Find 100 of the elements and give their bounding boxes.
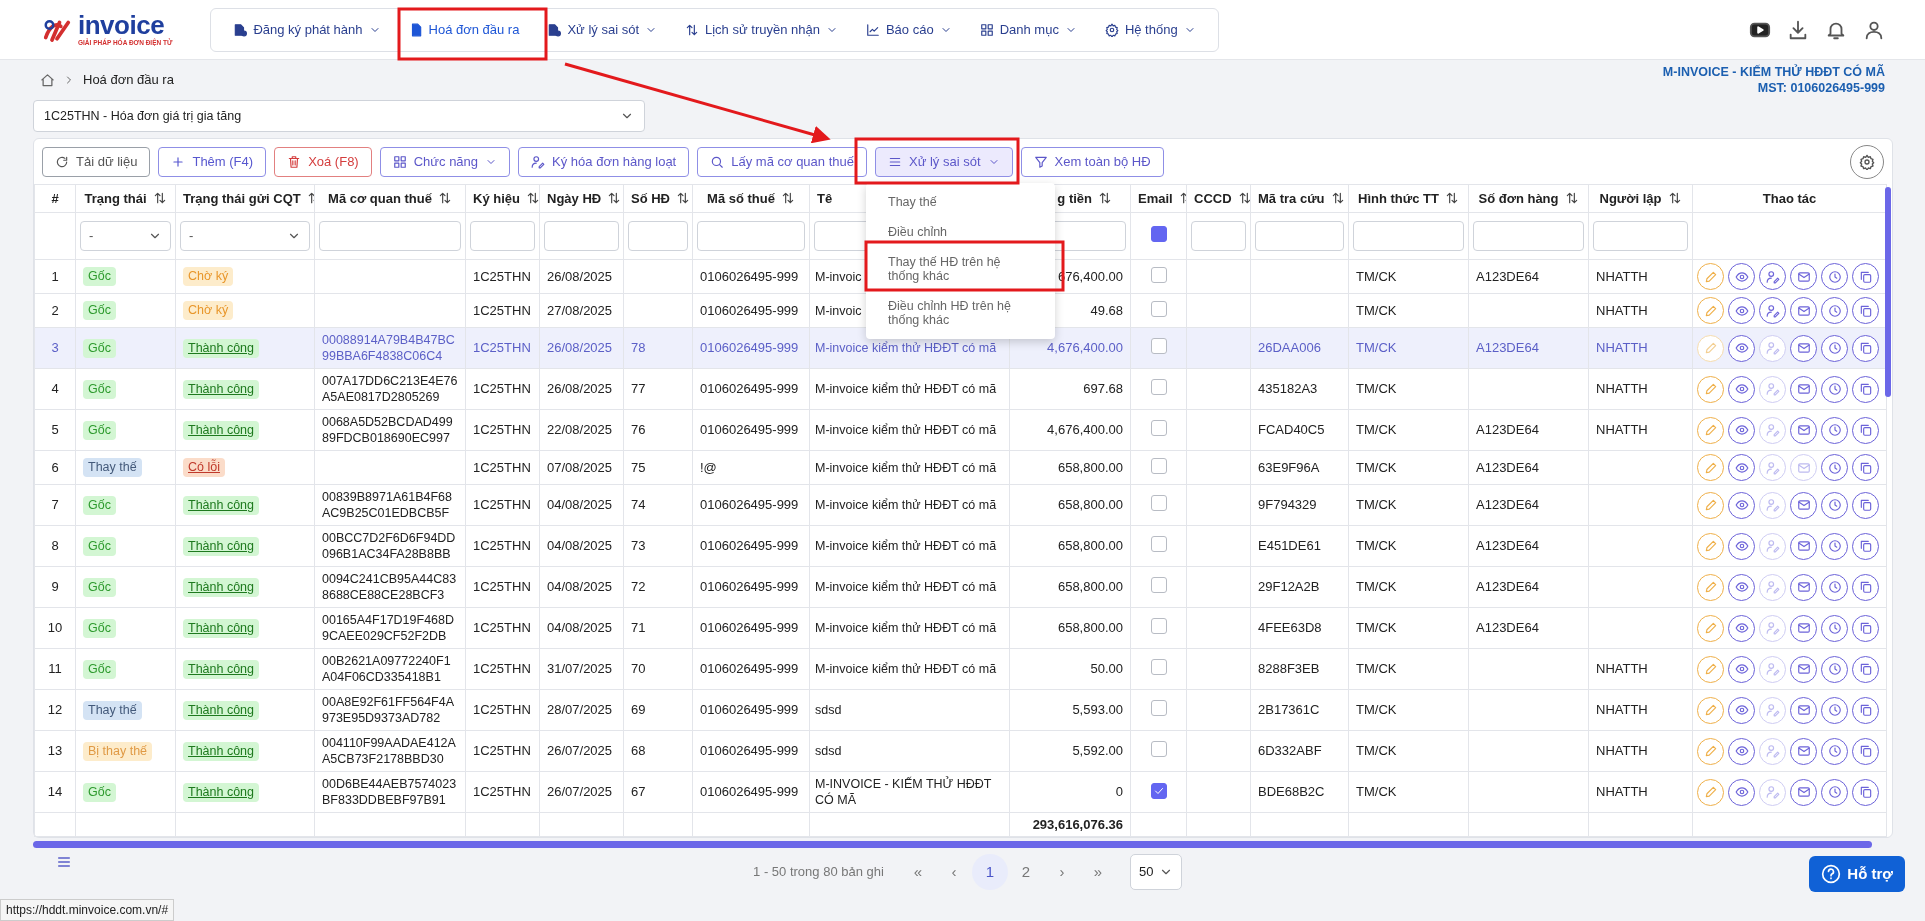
table-row[interactable]: 9 Gốc Thành công 0094C241CB95A44C838688CE88CE28BCF3 1C25THN 04/08/2025 72 0106026495-999 M-invoice kiểm thử HĐĐT có mã 658,800.00 29F12A2B TM/CK A123DE64 bbox=[34, 566, 1887, 608]
history-button[interactable] bbox=[1821, 416, 1848, 444]
view-button[interactable] bbox=[1728, 737, 1755, 765]
view-button[interactable] bbox=[1728, 614, 1755, 642]
sort-icon[interactable] bbox=[1098, 190, 1112, 205]
sort-icon[interactable] bbox=[152, 190, 167, 205]
email-button[interactable] bbox=[1790, 491, 1817, 519]
list-icon[interactable] bbox=[56, 854, 72, 870]
checkbox[interactable] bbox=[1150, 420, 1167, 436]
filter-field[interactable] bbox=[470, 221, 535, 251]
nav-item[interactable]: Hoá đơn đầu ra bbox=[394, 8, 534, 51]
copy-button[interactable] bbox=[1852, 297, 1879, 324]
view-button[interactable] bbox=[1728, 416, 1755, 444]
sort-icon[interactable] bbox=[1237, 190, 1250, 205]
email-button[interactable] bbox=[1790, 263, 1817, 290]
copy-button[interactable] bbox=[1852, 778, 1879, 806]
filter-field[interactable] bbox=[319, 221, 461, 251]
column-header[interactable]: # bbox=[51, 190, 59, 206]
filter-field[interactable] bbox=[1593, 221, 1688, 251]
checkbox[interactable] bbox=[1150, 618, 1167, 634]
status-tag[interactable]: Thành công bbox=[183, 338, 260, 358]
checkbox[interactable] bbox=[1150, 536, 1167, 552]
filter-select[interactable]: - bbox=[180, 221, 310, 251]
toolbar-button[interactable]: Lấy mã cơ quan thuế bbox=[697, 146, 867, 177]
nav-item[interactable]: Đăng ký phát hành bbox=[219, 8, 395, 51]
view-button[interactable] bbox=[1728, 263, 1755, 290]
view-button[interactable] bbox=[1728, 297, 1755, 324]
email-button[interactable] bbox=[1790, 334, 1817, 362]
copy-button[interactable] bbox=[1852, 573, 1879, 601]
checkbox[interactable] bbox=[1150, 741, 1167, 757]
view-button[interactable] bbox=[1728, 655, 1755, 683]
table-row[interactable]: 5 Gốc Thành công 0068A5D52BCDAD49989FDCB018690EC997 1C25THN 22/08/2025 76 0106026495-999 M-invoice kiểm thử HĐĐT có mã 4,676,400.00 FCAD40C5 TM/CK A123DE64 NHATTH bbox=[34, 409, 1887, 451]
copy-button[interactable] bbox=[1852, 614, 1879, 642]
home-icon[interactable] bbox=[40, 72, 55, 88]
copy-button[interactable] bbox=[1852, 696, 1879, 724]
table-row[interactable]: 3 Gốc Thành công 00088914A79B4B47BC99BBA6F4838C06C4 1C25THN 26/08/2025 78 0106026495-999 M-invoice kiểm thử HĐĐT có mã 4,676,400.00 26DAA006 TM/CK A123DE64 NHATTH bbox=[34, 327, 1887, 369]
table-row[interactable]: 13 Bị thay thế Thành công 004110F99AADAE412AA5CB73F2178BBD30 1C25THN 26/07/2025 68 0106026495-999 sdsd 5,592.00 6D332ABF TM/CK NHATTH bbox=[34, 730, 1887, 772]
sort-icon[interactable] bbox=[1667, 190, 1682, 205]
email-button[interactable] bbox=[1790, 655, 1817, 683]
column-header[interactable]: Tê bbox=[817, 190, 833, 206]
sort-icon[interactable] bbox=[1444, 190, 1459, 205]
checkbox[interactable] bbox=[1150, 300, 1167, 317]
toolbar-button[interactable]: Xem toàn bộ HĐ bbox=[1020, 146, 1164, 177]
first-page-button[interactable]: « bbox=[899, 854, 936, 890]
copy-button[interactable] bbox=[1852, 334, 1879, 362]
filter-field[interactable] bbox=[1353, 221, 1464, 251]
breadcrumb-item[interactable]: Hoá đơn đầu ra bbox=[83, 70, 174, 90]
nav-item[interactable]: Lịch sử truyền nhận bbox=[671, 8, 852, 51]
column-header[interactable]: Thao tác bbox=[1762, 190, 1817, 206]
sort-icon[interactable] bbox=[780, 190, 795, 205]
menu-item[interactable]: Điều chỉnh HĐ trên hệ thống khác bbox=[866, 291, 1055, 335]
checkbox[interactable] bbox=[1150, 577, 1167, 593]
checkbox[interactable] bbox=[1150, 457, 1167, 474]
email-button[interactable] bbox=[1790, 532, 1817, 560]
table-row[interactable]: 11 Gốc Thành công 00B2621A09772240F1A04F06CD335418B1 1C25THN 31/07/2025 70 0106026495-999 M-invoice kiểm thử HĐĐT có mã 50.00 8288F3EB TM/CK NHATTH bbox=[34, 648, 1887, 690]
sort-icon[interactable] bbox=[676, 190, 690, 205]
scrollbar[interactable] bbox=[33, 841, 1872, 848]
table-row[interactable]: 12 Thay thế Thành công 00A8E92F61FF564F4A973E95D9373AD782 1C25THN 28/07/2025 69 0106026495-999 sdsd 5,593.00 2B17361C TM/CK NHATTH bbox=[34, 689, 1887, 731]
view-button[interactable] bbox=[1728, 454, 1755, 481]
filter-select[interactable]: - bbox=[80, 221, 171, 251]
history-button[interactable] bbox=[1821, 263, 1848, 290]
status-tag[interactable]: Thành công bbox=[183, 577, 260, 597]
status-tag[interactable]: Thành công bbox=[183, 659, 260, 679]
sort-icon[interactable] bbox=[1330, 190, 1345, 205]
column-header[interactable]: g tiền bbox=[1057, 190, 1092, 206]
copy-button[interactable] bbox=[1852, 532, 1879, 560]
filter-field[interactable] bbox=[628, 221, 688, 251]
email-button[interactable] bbox=[1790, 375, 1817, 403]
status-tag[interactable]: Thành công bbox=[183, 420, 260, 440]
copy-button[interactable] bbox=[1852, 737, 1879, 765]
status-tag[interactable]: Thành công bbox=[183, 700, 260, 720]
table-row[interactable]: 7 Gốc Thành công 00839B8971A61B4F68AC9B25C01EDBCB5F 1C25THN 04/08/2025 74 0106026495-999 M-invoice kiểm thử HĐĐT có mã 658,800.00 9F794329 TM/CK A123DE64 bbox=[34, 484, 1887, 526]
series-select[interactable]: 1C25THN - Hóa đơn giá trị gia tăng bbox=[33, 100, 645, 132]
sort-icon[interactable] bbox=[525, 190, 539, 205]
page-button[interactable]: 1 bbox=[971, 854, 1008, 890]
status-tag[interactable]: Thành công bbox=[183, 741, 260, 761]
help-button[interactable]: Hỗ trợ bbox=[1809, 856, 1905, 892]
nav-item[interactable]: Báo cáo bbox=[851, 8, 966, 51]
table-row[interactable]: 14 Gốc Thành công 00D6BE44AEB7574023BF833DDBEBF97B91 1C25THN 26/07/2025 67 0106026495-999 M-INVOICE - KIẾM THỬ HĐĐT CÓ MÃ 0 BDE68B2C TM/CK NHATTH bbox=[34, 771, 1887, 813]
toolbar-button[interactable]: Chức năng bbox=[379, 146, 511, 177]
page-button[interactable]: 2 bbox=[1007, 854, 1044, 890]
filter-field[interactable] bbox=[1473, 221, 1584, 251]
history-button[interactable] bbox=[1821, 696, 1848, 724]
copy-button[interactable] bbox=[1852, 655, 1879, 683]
filter-field[interactable] bbox=[544, 221, 619, 251]
history-button[interactable] bbox=[1821, 737, 1848, 765]
last-page-button[interactable]: » bbox=[1079, 854, 1116, 890]
download-icon[interactable] bbox=[1787, 18, 1809, 41]
checkbox[interactable] bbox=[1150, 266, 1167, 283]
checkbox[interactable] bbox=[1150, 659, 1167, 675]
view-button[interactable] bbox=[1728, 532, 1755, 560]
filter-field[interactable] bbox=[1255, 221, 1344, 251]
toolbar-button[interactable]: Ký hóa đơn hàng loạt bbox=[518, 146, 690, 177]
email-button[interactable] bbox=[1790, 614, 1817, 642]
sign-button[interactable] bbox=[1759, 263, 1786, 290]
status-tag[interactable]: Thành công bbox=[183, 536, 260, 556]
status-tag[interactable]: Thành công bbox=[183, 495, 260, 515]
view-button[interactable] bbox=[1728, 334, 1755, 362]
copy-button[interactable] bbox=[1852, 375, 1879, 403]
checkbox[interactable] bbox=[1150, 338, 1167, 354]
